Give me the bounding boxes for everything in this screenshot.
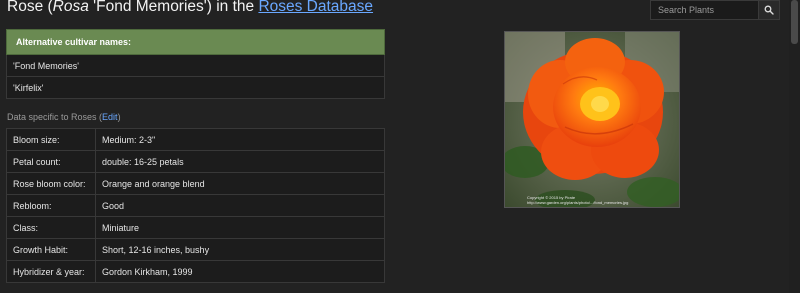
detail-value: Good	[95, 194, 385, 217]
detail-value: Orange and orange blend	[95, 172, 385, 195]
detail-key: Rebloom:	[6, 194, 96, 217]
roses-database-link[interactable]: Roses Database	[258, 0, 373, 15]
table-row: Class: Miniature	[6, 216, 385, 239]
detail-key: Growth Habit:	[6, 238, 96, 261]
detail-key: Petal count:	[6, 150, 96, 173]
photo-caption: Copyright © 2015 by Pirate http://www.ga…	[527, 195, 677, 205]
detail-key: Bloom size:	[6, 128, 96, 151]
section-label-close: )	[117, 112, 121, 122]
table-row: Rebloom: Good	[6, 194, 385, 217]
detail-key: Class:	[6, 216, 96, 239]
rose-photo[interactable]: Copyright © 2015 by Pirate http://www.ga…	[504, 31, 680, 208]
search-bar	[650, 0, 780, 20]
table-row: 'Fond Memories'	[6, 54, 385, 77]
table-row: Rose bloom color: Orange and orange blend	[6, 172, 385, 195]
search-input[interactable]	[650, 0, 758, 20]
photo-caption-line: http://www.garden.org/plants/photo/.../f…	[527, 200, 629, 205]
table-row: Bloom size: Medium: 2-3"	[6, 128, 385, 151]
detail-key: Rose bloom color:	[6, 172, 96, 195]
alternative-name: 'Kirfelix'	[6, 76, 385, 99]
alternative-name: 'Fond Memories'	[6, 54, 385, 77]
page-title: Rose (Rosa 'Fond Memories') in the Roses…	[7, 0, 373, 16]
detail-value: Gordon Kirkham, 1999	[95, 260, 385, 283]
table-row: Petal count: double: 16-25 petals	[6, 150, 385, 173]
title-prefix: Rose (	[7, 0, 53, 15]
scrollbar-thumb[interactable]	[791, 0, 798, 44]
table-row: Hybridizer & year: Gordon Kirkham, 1999	[6, 260, 385, 283]
detail-key: Hybridizer & year:	[6, 260, 96, 283]
detail-value: Short, 12-16 inches, bushy	[95, 238, 385, 261]
table-row: Growth Habit: Short, 12-16 inches, bushy	[6, 238, 385, 261]
title-cultivar: 'Fond Memories') in the	[88, 0, 259, 15]
detail-value: Medium: 2-3"	[95, 128, 385, 151]
page-scrollbar[interactable]	[789, 0, 800, 293]
alternative-names-table: Alternative cultivar names: 'Fond Memori…	[6, 29, 385, 99]
search-icon	[764, 5, 774, 15]
rose-data-table: Bloom size: Medium: 2-3" Petal count: doub…	[6, 128, 385, 283]
alternative-names-heading: Alternative cultivar names:	[6, 29, 385, 55]
detail-value: double: 16-25 petals	[95, 150, 385, 173]
rose-image	[505, 32, 679, 207]
section-label: Data specific to Roses (Edit)	[7, 112, 121, 122]
title-genus: Rosa	[52, 0, 89, 15]
search-button[interactable]	[758, 0, 780, 20]
detail-value: Miniature	[95, 216, 385, 239]
edit-link[interactable]: Edit	[102, 112, 118, 122]
table-row: 'Kirfelix'	[6, 76, 385, 99]
section-label-text: Data specific to Roses (	[7, 112, 103, 122]
